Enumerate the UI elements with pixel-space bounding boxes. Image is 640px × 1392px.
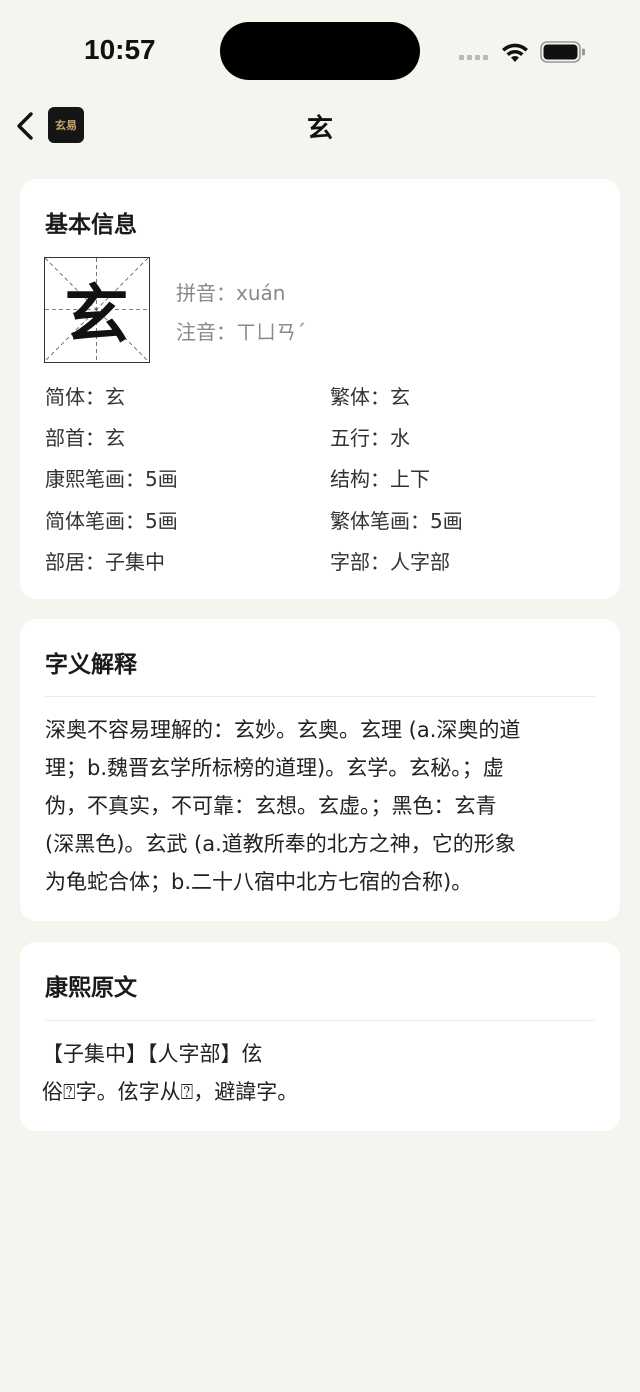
divider — [45, 696, 595, 697]
kangxi-text: 【子集中】【人字部】伭 俗⍰字。伭字从⍰，避諱字。 — [42, 1035, 594, 1111]
meaning-line: 为龟蛇合体；b.二十八宿中北方七宿的合称)。 — [45, 870, 473, 894]
battery-icon — [540, 41, 585, 63]
meaning-line: 深奥不容易理解的：玄妙。玄奥。玄理 (a.深奥的道 — [45, 718, 521, 742]
dynamic-island — [220, 22, 420, 80]
info-section: 部居：子集中 — [45, 550, 165, 574]
wifi-icon — [502, 43, 528, 62]
info-simplified-strokes: 简体笔画：5画 — [45, 509, 178, 533]
info-kangxi-strokes: 康熙笔画：5画 — [45, 467, 178, 491]
info-traditional: 繁体：玄 — [330, 385, 410, 409]
divider — [45, 1020, 595, 1021]
page-title: 玄 — [306, 114, 333, 144]
card-title: 字义解释 — [45, 651, 137, 678]
meaning-line: (深黑色)。玄武 (a.道教所奉的北方之神，它的形象 — [45, 832, 516, 856]
card-title: 基本信息 — [45, 211, 137, 238]
meaning-line: 伪，不真实，不可靠：玄想。玄虚。；黑色：玄青 — [45, 794, 497, 818]
info-structure: 结构：上下 — [330, 467, 430, 491]
info-traditional-strokes: 繁体笔画：5画 — [330, 509, 463, 533]
character-glyph: 玄 — [64, 277, 129, 353]
basic-info-card: 基本信息 玄 拼音：xuán 注音：ㄒㄩㄢˊ 简体：玄 繁体：玄 部首：玄 五行… — [20, 179, 620, 599]
info-radical: 部首：玄 — [45, 426, 125, 450]
pinyin-row: 拼音：xuán — [176, 277, 285, 306]
status-bar: 10:57 — [0, 0, 640, 100]
meaning-line: 理；b.魏晋玄学所标榜的道理)。玄学。玄秘。；虚 — [45, 756, 504, 780]
navigation-bar: 玄易 玄 — [0, 100, 640, 152]
status-time: 10:57 — [84, 34, 156, 65]
kangxi-line: 【子集中】【人字部】伭 — [42, 1042, 263, 1066]
meaning-text: 深奥不容易理解的：玄妙。玄奥。玄理 (a.深奥的道 理；b.魏晋玄学所标榜的道理… — [45, 711, 597, 901]
meaning-card: 字义解释 深奥不容易理解的：玄妙。玄奥。玄理 (a.深奥的道 理；b.魏晋玄学所… — [20, 619, 620, 921]
kangxi-card: 康熙原文 【子集中】【人字部】伭 俗⍰字。伭字从⍰，避諱字。 — [20, 942, 620, 1131]
zhuyin-label: 注音： — [176, 320, 236, 344]
pinyin-label: 拼音： — [176, 281, 236, 305]
cellular-signal-icon — [459, 55, 488, 60]
info-simplified: 简体：玄 — [45, 385, 125, 409]
pinyin-value: xuán — [236, 281, 286, 305]
character-grid-box: 玄 — [44, 257, 150, 363]
info-five-elements: 五行：水 — [330, 426, 410, 450]
zhuyin-row: 注音：ㄒㄩㄢˊ — [176, 316, 306, 345]
card-title: 康熙原文 — [45, 974, 137, 1001]
kangxi-line: 俗⍰字。伭字从⍰，避諱字。 — [42, 1080, 299, 1104]
zhuyin-value: ㄒㄩㄢˊ — [236, 320, 306, 344]
info-radical-group: 字部：人字部 — [330, 550, 450, 574]
